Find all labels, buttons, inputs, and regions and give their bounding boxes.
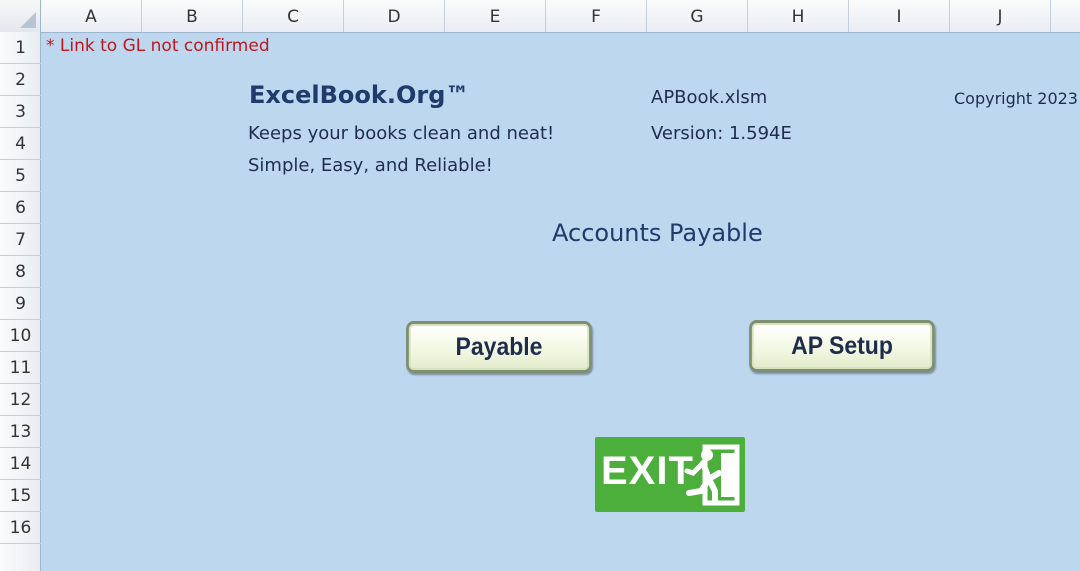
column-header-d[interactable]: D	[344, 0, 445, 32]
column-header-c[interactable]: C	[243, 0, 344, 32]
row-header-9[interactable]: 9	[0, 288, 41, 320]
version-label: Version: 1.594E	[651, 123, 792, 144]
row-header-13[interactable]: 13	[0, 416, 41, 448]
column-header-bar: A B C D E F G H I J	[0, 0, 1080, 33]
row-header-6[interactable]: 6	[0, 192, 41, 224]
payable-button[interactable]: Payable	[406, 321, 592, 373]
row-header-11[interactable]: 11	[0, 352, 41, 384]
tagline-2: Simple, Easy, and Reliable!	[248, 155, 493, 176]
row-header-8[interactable]: 8	[0, 256, 41, 288]
row-header-14[interactable]: 14	[0, 448, 41, 480]
column-header-k-partial[interactable]	[1051, 0, 1080, 32]
copyright-notice: Copyright 2023	[954, 89, 1078, 108]
row-header-bar: 1 2 3 4 5 6 7 8 9 10 11 12 13 14 15 16	[0, 32, 41, 571]
spreadsheet: A B C D E F G H I J 1 2 3 4 5 6 7 8 9 10…	[0, 0, 1080, 571]
exit-label: EXIT	[601, 449, 694, 493]
column-header-b[interactable]: B	[142, 0, 243, 32]
gl-link-warning: * Link to GL not confirmed	[46, 36, 270, 56]
workbook-filename: APBook.xlsm	[651, 87, 768, 108]
row-header-3[interactable]: 3	[0, 96, 41, 128]
row-header-1[interactable]: 1	[0, 32, 41, 64]
column-header-h[interactable]: H	[748, 0, 849, 32]
row-header-12[interactable]: 12	[0, 384, 41, 416]
column-header-j[interactable]: J	[950, 0, 1051, 32]
select-all-corner[interactable]	[0, 0, 41, 32]
column-header-g[interactable]: G	[647, 0, 748, 32]
row-header-7[interactable]: 7	[0, 224, 41, 256]
row-header-16[interactable]: 16	[0, 512, 41, 544]
row-header-10[interactable]: 10	[0, 320, 41, 352]
section-title: Accounts Payable	[552, 219, 763, 247]
ap-setup-button[interactable]: AP Setup	[749, 320, 935, 372]
brand-title: ExcelBook.Org™	[249, 81, 470, 109]
exit-running-man-icon	[684, 444, 740, 506]
row-header-15[interactable]: 15	[0, 480, 41, 512]
column-header-i[interactable]: I	[849, 0, 950, 32]
column-header-f[interactable]: F	[546, 0, 647, 32]
row-header-4[interactable]: 4	[0, 128, 41, 160]
column-header-e[interactable]: E	[445, 0, 546, 32]
exit-button[interactable]: EXIT	[595, 437, 745, 512]
column-header-a[interactable]: A	[41, 0, 142, 32]
row-header-2[interactable]: 2	[0, 64, 41, 96]
row-header-5[interactable]: 5	[0, 160, 41, 192]
tagline-1: Keeps your books clean and neat!	[248, 123, 555, 144]
select-all-triangle-icon	[20, 12, 36, 28]
